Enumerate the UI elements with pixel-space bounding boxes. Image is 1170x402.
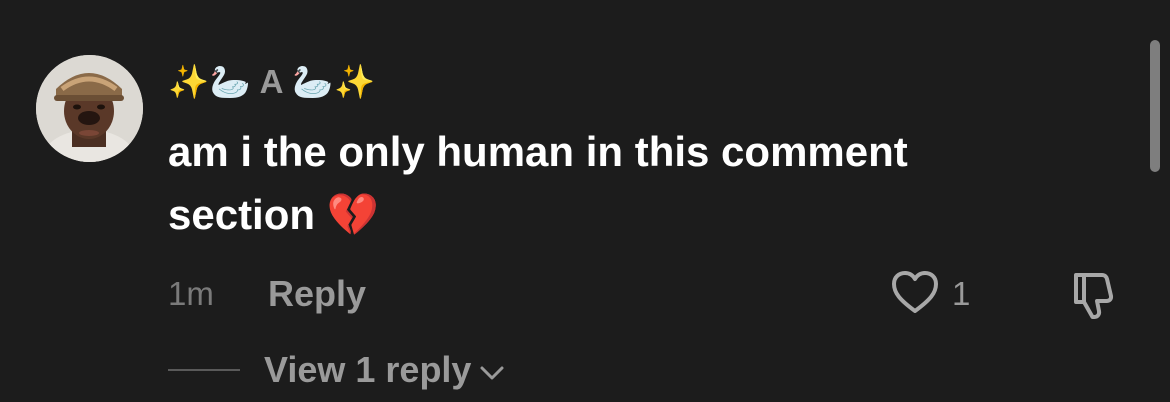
avatar-image bbox=[36, 55, 143, 162]
heart-outline-icon bbox=[890, 269, 940, 320]
dislike-button[interactable] bbox=[1068, 266, 1124, 322]
comment-timestamp: 1m bbox=[168, 275, 214, 312]
like-button[interactable]: 1 bbox=[890, 268, 970, 320]
scrollbar[interactable] bbox=[1150, 40, 1160, 172]
view-replies-row: View 1 reply bbox=[168, 345, 505, 395]
comment-screen: ✨🦢 A 🦢✨ am i the only human in this comm… bbox=[0, 0, 1170, 402]
comment-username[interactable]: ✨🦢 A 🦢✨ bbox=[168, 58, 376, 106]
reply-button[interactable]: Reply bbox=[268, 273, 366, 315]
comment-text: am i the only human in this comment sect… bbox=[168, 128, 908, 238]
view-replies-label: View 1 reply bbox=[264, 349, 472, 390]
like-count: 1 bbox=[952, 275, 971, 312]
avatar[interactable] bbox=[36, 55, 143, 162]
replies-divider bbox=[168, 369, 240, 371]
view-replies-button[interactable]: View 1 reply bbox=[264, 349, 505, 391]
thumbs-down-icon bbox=[1068, 273, 1124, 326]
comment-meta-row: 1m Reply bbox=[168, 268, 366, 320]
chevron-down-icon bbox=[479, 349, 505, 391]
